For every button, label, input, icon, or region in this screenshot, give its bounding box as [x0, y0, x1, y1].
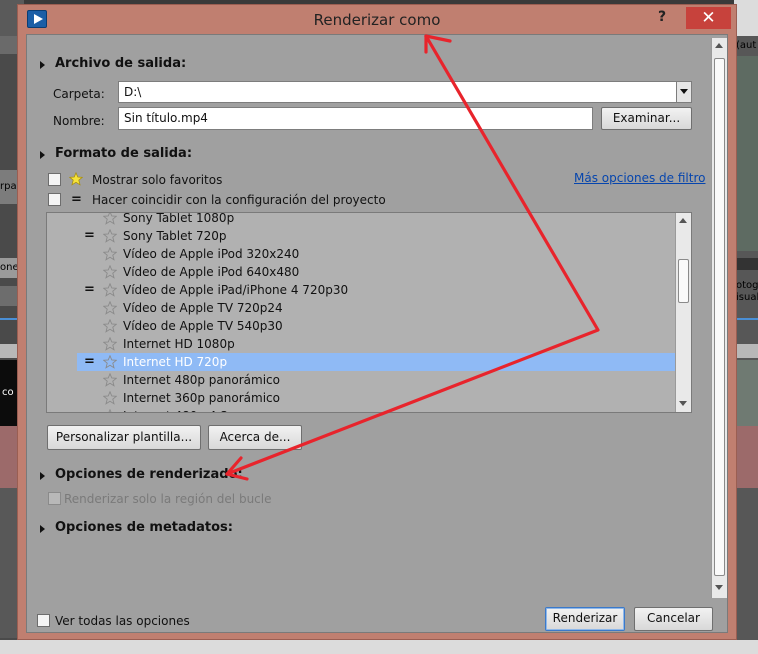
- close-button[interactable]: ✕: [686, 7, 731, 29]
- help-button[interactable]: ?: [651, 9, 673, 29]
- template-list-item[interactable]: Vídeo de Apple iPod 320x240: [47, 245, 675, 263]
- favorite-star-icon[interactable]: [102, 390, 118, 405]
- template-list-item-label: Internet HD 1080p: [123, 337, 235, 351]
- favorite-star-icon[interactable]: [102, 282, 118, 297]
- show-all-options-label: Ver todas las opciones: [55, 614, 190, 628]
- background-label: isual: [736, 292, 758, 303]
- folder-value: D:\: [124, 85, 142, 99]
- loop-region-checkbox[interactable]: [48, 492, 61, 505]
- browse-button[interactable]: Examinar...: [601, 107, 692, 130]
- dialog-scroll-thumb[interactable]: [714, 58, 725, 576]
- file-name-value: Sin título.mp4: [124, 111, 208, 125]
- template-list-item[interactable]: Vídeo de Apple TV 540p30: [47, 317, 675, 335]
- scroll-up-icon[interactable]: [715, 43, 723, 48]
- template-list-item[interactable]: Internet 360p panorámico: [47, 389, 675, 407]
- background-label: otog: [736, 280, 758, 291]
- template-list[interactable]: Sony Tablet 1080p = Sony Tablet 720p Vídeo …: [46, 212, 692, 413]
- scroll-down-icon[interactable]: [715, 585, 723, 590]
- favorite-star-icon[interactable]: [102, 336, 118, 351]
- template-list-item-label: Vídeo de Apple TV 720p24: [123, 301, 283, 315]
- favorite-star-icon[interactable]: [102, 246, 118, 261]
- render-options-section-title[interactable]: Opciones de renderizado:: [55, 467, 243, 482]
- favorite-star-icon[interactable]: [102, 318, 118, 333]
- favorites-label: Mostrar solo favoritos: [92, 173, 223, 187]
- background-right-panel: (aut otog isual: [734, 0, 758, 654]
- match-project-checkbox[interactable]: [48, 193, 61, 206]
- template-list-item[interactable]: = Vídeo de Apple iPad/iPhone 4 720p30: [47, 281, 675, 299]
- expand-arrow-icon[interactable]: [40, 525, 45, 533]
- scroll-down-icon[interactable]: [679, 401, 687, 406]
- template-list-item[interactable]: Internet HD 1080p: [47, 335, 675, 353]
- favorite-star-icon[interactable]: [102, 264, 118, 279]
- title-bar[interactable]: Renderizar como ? ✕: [18, 5, 736, 35]
- favorite-star-icon[interactable]: [102, 228, 118, 243]
- name-label: Nombre:: [53, 114, 105, 128]
- dialog-title: Renderizar como: [313, 11, 441, 29]
- match-equals-icon: =: [84, 282, 95, 297]
- template-list-item-label: Sony Tablet 1080p: [123, 212, 235, 225]
- template-list-item-label: Vídeo de Apple TV 540p30: [123, 319, 283, 333]
- show-all-options-checkbox[interactable]: [37, 614, 50, 627]
- template-list-item[interactable]: Vídeo de Apple TV 720p24: [47, 299, 675, 317]
- template-list-item-label: Internet 360p panorámico: [123, 391, 280, 405]
- favorite-star-icon[interactable]: [102, 354, 118, 369]
- background-transport-bar: [0, 640, 758, 654]
- template-list-item-label: Internet HD 720p: [123, 355, 228, 369]
- favorite-star-icon[interactable]: [103, 408, 117, 412]
- match-project-label: Hacer coincidir con la configuración del…: [92, 193, 386, 207]
- template-list-scrollbar[interactable]: [675, 213, 691, 412]
- match-equals-icon: =: [71, 192, 82, 207]
- match-equals-icon: =: [84, 354, 95, 369]
- template-list-item[interactable]: Sony Tablet 1080p: [47, 212, 675, 227]
- cancel-button[interactable]: Cancelar: [634, 607, 713, 631]
- more-filter-options-link[interactable]: Más opciones de filtro: [574, 171, 705, 185]
- about-button[interactable]: Acerca de...: [208, 425, 302, 450]
- output-file-section-title[interactable]: Archivo de salida:: [55, 56, 186, 71]
- favorites-checkbox[interactable]: [48, 173, 61, 186]
- template-list-item-label: Internet 480p 4:3: [123, 409, 228, 412]
- template-list-item-label: Vídeo de Apple iPod 320x240: [123, 247, 300, 261]
- favorite-star-icon[interactable]: [102, 213, 118, 225]
- metadata-options-section-title[interactable]: Opciones de metadatos:: [55, 520, 233, 535]
- favorite-star-icon[interactable]: [102, 372, 118, 387]
- template-list-item-label: Vídeo de Apple iPad/iPhone 4 720p30: [123, 283, 349, 297]
- dialog-scrollbar[interactable]: [711, 38, 727, 598]
- output-format-section-title[interactable]: Formato de salida:: [55, 146, 192, 161]
- template-list-item-label: Internet 480p panorámico: [123, 373, 280, 387]
- loop-region-label: Renderizar solo la región del bucle: [64, 492, 272, 506]
- template-list-item[interactable]: Vídeo de Apple iPod 640x480: [47, 263, 675, 281]
- template-list-scroll-thumb[interactable]: [678, 259, 689, 303]
- expand-arrow-icon[interactable]: [40, 472, 45, 480]
- template-list-item[interactable]: = Sony Tablet 720p: [47, 227, 675, 245]
- scroll-up-icon[interactable]: [679, 218, 687, 223]
- expand-arrow-icon[interactable]: [40, 61, 45, 69]
- file-name-input[interactable]: Sin título.mp4: [118, 107, 593, 130]
- template-list-item[interactable]: Internet 480p panorámico: [47, 371, 675, 389]
- expand-arrow-icon[interactable]: [40, 151, 45, 159]
- folder-label: Carpeta:: [53, 87, 105, 101]
- template-list-item[interactable]: Internet 480p 4:3: [47, 407, 675, 412]
- folder-dropdown[interactable]: D:\: [118, 81, 692, 103]
- background-label: (aut: [736, 40, 757, 51]
- template-list-item-label: Vídeo de Apple iPod 640x480: [123, 265, 300, 279]
- template-list-item[interactable]: = Internet HD 720p: [77, 353, 675, 371]
- favorite-star-icon[interactable]: [102, 300, 118, 315]
- chevron-down-icon[interactable]: [676, 82, 691, 102]
- match-equals-icon: =: [84, 228, 95, 243]
- template-list-item-label: Sony Tablet 720p: [123, 229, 227, 243]
- favorite-star-icon: [69, 172, 83, 186]
- customize-template-button[interactable]: Personalizar plantilla...: [47, 425, 201, 450]
- render-button[interactable]: Renderizar: [545, 607, 625, 631]
